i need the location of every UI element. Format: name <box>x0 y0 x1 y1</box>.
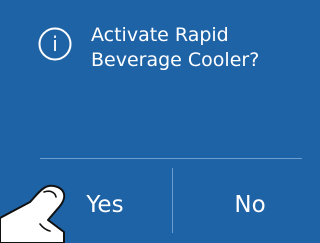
vertical-divider <box>172 168 173 233</box>
yes-button[interactable]: Yes <box>40 170 170 240</box>
dialog-message: Activate Rapid Beverage Cooler? <box>91 24 260 71</box>
dialog-header: i Activate Rapid Beverage Cooler? <box>38 23 308 93</box>
info-icon-glyph: i <box>52 32 58 56</box>
dialog-screen: i Activate Rapid Beverage Cooler? Yes No <box>0 0 320 243</box>
info-icon: i <box>38 27 72 61</box>
horizontal-divider <box>40 158 302 159</box>
no-button[interactable]: No <box>175 170 320 240</box>
